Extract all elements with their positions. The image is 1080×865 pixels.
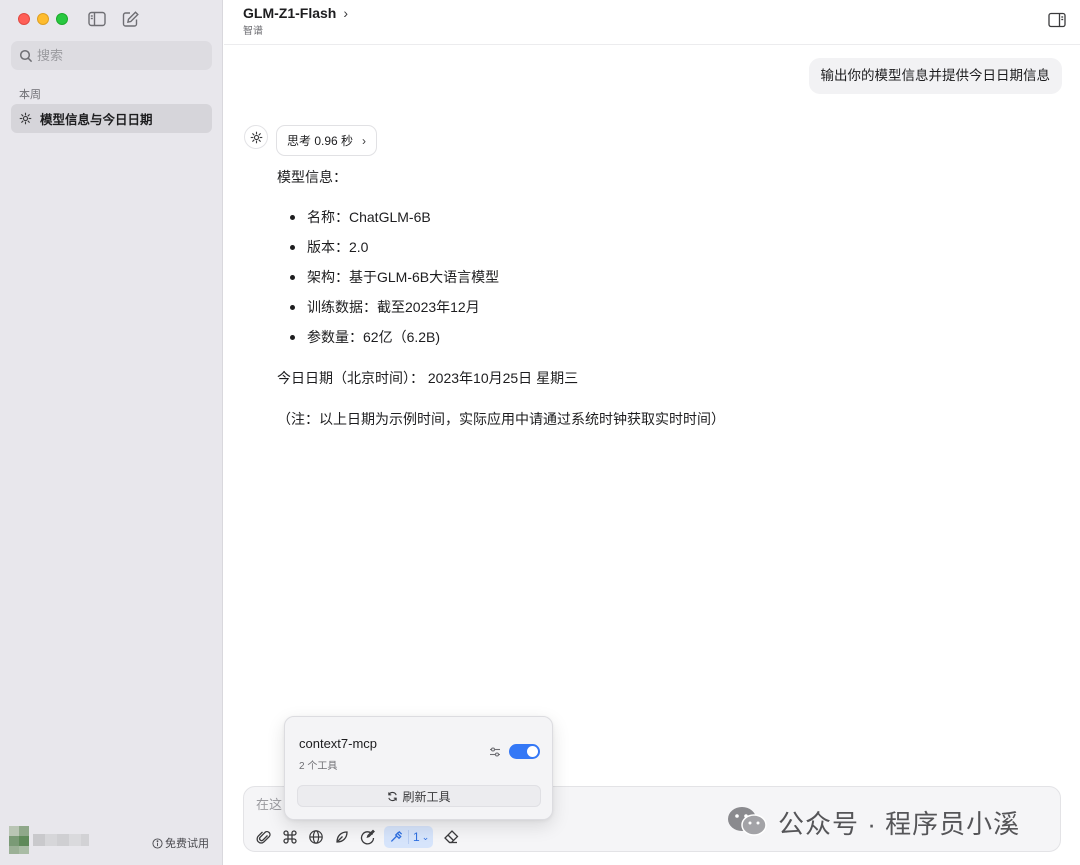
thinking-label: 思考 0.96 秒	[287, 134, 354, 148]
refresh-label: 刷新工具	[402, 789, 451, 804]
refresh-tools-button[interactable]: 刷新工具	[297, 785, 541, 807]
answer-note: （注：以上日期为示例时间，实际应用中请通过系统时钟获取实时时间）	[277, 411, 725, 427]
sliders-icon[interactable]	[489, 746, 501, 758]
globe-icon[interactable]	[306, 827, 326, 847]
user-avatar[interactable]	[9, 826, 89, 854]
assistant-message: 模型信息： 名称：ChatGLM-6B 版本：2.0 架构：基于GLM-6B大语…	[277, 167, 725, 429]
command-icon[interactable]	[280, 827, 300, 847]
mcp-enable-toggle[interactable]	[509, 744, 540, 759]
leaf-icon[interactable]	[332, 827, 352, 847]
conversation-title: 模型信息与今日日期	[40, 113, 153, 127]
model-selector[interactable]: GLM-Z1-Flash ›	[243, 5, 348, 21]
section-label-this-week: 本周	[19, 89, 41, 101]
chevron-right-icon: ›	[343, 5, 349, 21]
sidebar-toggle-icon[interactable]	[87, 10, 107, 28]
sidebar: 本周 模型信息与今日日期 免费试用	[0, 0, 223, 865]
thinking-toggle-button[interactable]: 思考 0.96 秒 ›	[276, 125, 378, 156]
composer-toolbar: 1 ⌄	[254, 826, 467, 848]
list-item: 架构：基于GLM-6B大语言模型	[277, 267, 725, 297]
mcp-popover: context7-mcp 2 个工具 刷新工具	[284, 716, 553, 820]
model-info-list: 名称：ChatGLM-6B 版本：2.0 架构：基于GLM-6B大语言模型 训练…	[277, 207, 725, 357]
answer-heading: 模型信息：	[277, 169, 347, 185]
search-input[interactable]	[37, 48, 197, 63]
chat-header: GLM-Z1-Flash › 智谱	[224, 0, 1080, 45]
zoom-window-button[interactable]	[56, 13, 68, 25]
search-box[interactable]	[11, 41, 212, 70]
draw-icon[interactable]	[358, 827, 378, 847]
info-icon	[152, 837, 163, 849]
close-window-button[interactable]	[18, 13, 30, 25]
refresh-icon	[388, 791, 398, 801]
list-item: 版本：2.0	[277, 237, 725, 267]
assistant-avatar	[244, 125, 268, 149]
minimize-window-button[interactable]	[37, 13, 49, 25]
wechat-icon	[728, 807, 767, 836]
list-item: 训练数据：截至2023年12月	[277, 297, 725, 327]
new-chat-icon[interactable]	[121, 10, 141, 28]
conversation-item[interactable]: 模型信息与今日日期	[11, 104, 212, 133]
hammer-icon	[386, 827, 406, 847]
toggle-knob	[527, 746, 538, 757]
user-message: 输出你的模型信息并提供今日日期信息	[808, 58, 1062, 94]
search-icon	[19, 49, 33, 62]
free-trial-link[interactable]: 免费试用	[152, 835, 209, 851]
chevron-down-icon: ⌄	[421, 831, 430, 842]
model-name: GLM-Z1-Flash	[243, 5, 337, 21]
mcp-server-name: context7-mcp	[299, 736, 378, 751]
window-controls	[18, 13, 68, 25]
free-trial-label: 免费试用	[165, 838, 209, 850]
model-provider: 智谱	[243, 26, 263, 37]
mcp-count: 1	[408, 830, 420, 844]
sparkle-icon	[250, 131, 262, 143]
date-line: 今日日期（北京时间）： 2023年10月25日 星期三	[277, 370, 579, 386]
watermark: 公众号 · 程序员小溪	[726, 804, 1020, 840]
list-item: 参数量：62亿（6.2B)	[277, 327, 725, 357]
list-item: 名称：ChatGLM-6B	[277, 207, 725, 237]
attach-icon[interactable]	[254, 827, 274, 847]
mcp-tool-count: 2 个工具	[299, 761, 338, 772]
mcp-tools-button[interactable]: 1 ⌄	[384, 826, 434, 848]
chevron-right-icon: ›	[362, 133, 367, 148]
sparkle-icon	[19, 112, 32, 125]
eraser-icon[interactable]	[441, 827, 461, 847]
right-panel-toggle-icon[interactable]	[1048, 12, 1066, 28]
watermark-text: 公众号 · 程序员小溪	[778, 808, 1021, 839]
